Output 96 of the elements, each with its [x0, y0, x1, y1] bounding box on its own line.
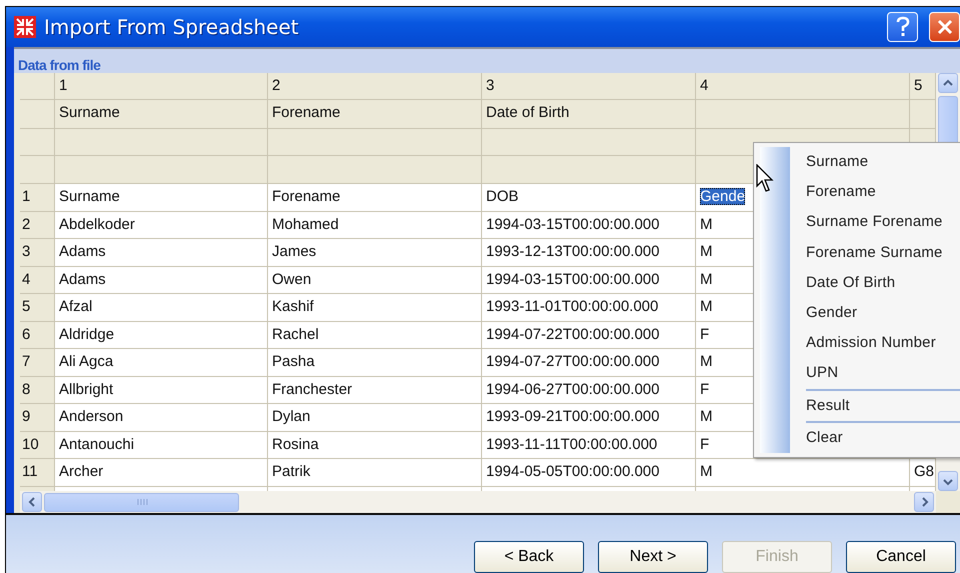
- table-cell: Kashif: [272, 298, 314, 315]
- wizard-button[interactable]: Next >: [598, 541, 708, 573]
- table-cell: Owen: [272, 270, 312, 288]
- close-icon: [936, 18, 954, 36]
- table-cell: 1994-07-27T00:00:00.000: [486, 353, 660, 370]
- row-header: 10: [20, 432, 55, 459]
- column-heading: Forename: [268, 100, 482, 129]
- grip-icon: [136, 498, 148, 506]
- row-header: 8: [20, 376, 55, 404]
- table-cell: Archer: [59, 463, 104, 480]
- table-cell: F: [700, 436, 710, 452]
- menu-item[interactable]: Admission Number: [806, 328, 960, 358]
- table-cell: Dylan: [272, 408, 310, 425]
- menu-item[interactable]: Date Of Birth: [806, 268, 960, 298]
- table-cell: 1994-06-27T00:00:00.000: [486, 380, 660, 398]
- table-cell: Surname: [59, 188, 120, 205]
- row-header: 9: [20, 404, 55, 432]
- table-cell: Gende: [700, 188, 746, 205]
- row-header: 6: [20, 322, 55, 349]
- column-number: 5: [910, 73, 936, 100]
- corner-header-cell: [20, 129, 55, 156]
- menu-item[interactable]: Forename: [806, 177, 960, 208]
- table-cell: M: [700, 463, 712, 480]
- scroll-right-button[interactable]: [914, 492, 934, 512]
- menu-item[interactable]: UPN: [806, 358, 960, 389]
- table-cell: Afzal: [59, 298, 92, 315]
- row-header: 2: [20, 212, 55, 239]
- wizard-button[interactable]: Cancel: [846, 541, 956, 573]
- column-number: 2: [268, 73, 482, 100]
- table-cell: Abdelkoder: [59, 216, 135, 232]
- help-button[interactable]: [887, 12, 918, 42]
- menu-item[interactable]: Result: [806, 390, 960, 421]
- table-cell: 1994-07-22T00:00:00.000: [486, 326, 660, 342]
- row-header: 11: [20, 459, 55, 486]
- table-cell: M: [700, 408, 712, 425]
- window-title: Import From Spreadsheet: [44, 15, 300, 39]
- close-button[interactable]: [929, 12, 960, 42]
- table-cell: Adams: [59, 270, 106, 288]
- table-cell: M: [700, 353, 712, 370]
- menu-item[interactable]: Forename Surname: [806, 238, 960, 268]
- table-cell: Rachel: [272, 326, 319, 342]
- panel-title: Data from file: [18, 57, 100, 73]
- table-cell: 1994-03-15T00:00:00.000: [486, 216, 660, 232]
- app-icon: [14, 16, 36, 38]
- table-cell: Franchester: [272, 380, 352, 398]
- table-cell: Pasha: [272, 353, 315, 370]
- table-cell: M: [700, 243, 712, 260]
- help-icon: [894, 16, 910, 38]
- menu-item[interactable]: Gender: [806, 298, 960, 328]
- cursor-icon: [756, 164, 776, 194]
- corner-header-cell: [20, 73, 55, 100]
- table-cell: Patrik: [272, 463, 310, 480]
- table-cell: M: [700, 270, 712, 288]
- table-cell: Ali Agca: [59, 353, 114, 370]
- corner-header-cell: [20, 156, 55, 184]
- table-cell: Forename: [272, 188, 340, 205]
- menu-item[interactable]: Surname Forename: [806, 207, 960, 238]
- column-number: 3: [482, 73, 696, 100]
- table-cell: M: [700, 216, 712, 232]
- table-cell: F: [700, 380, 710, 398]
- column-number: 4: [696, 73, 910, 100]
- table-cell: Rosina: [272, 436, 319, 452]
- column-heading: Date of Birth: [482, 100, 696, 129]
- column-number: 1: [55, 73, 268, 100]
- table-cell: 1993-09-21T00:00:00.000: [486, 408, 660, 425]
- menu-item[interactable]: Clear: [806, 422, 960, 453]
- table-cell: DOB: [486, 188, 519, 205]
- row-header: 1: [20, 184, 55, 212]
- row-header: 3: [20, 239, 55, 266]
- scroll-down-button[interactable]: [938, 471, 958, 491]
- menu-item[interactable]: Surname: [806, 147, 960, 178]
- row-header: 7: [20, 349, 55, 376]
- corner-header-cell: [20, 100, 55, 129]
- table-cell: 1993-11-01T00:00:00.000: [486, 298, 658, 315]
- table-cell: Mohamed: [272, 216, 339, 232]
- table-cell: James: [272, 243, 316, 260]
- row-header: 4: [20, 266, 55, 294]
- scroll-thumb[interactable]: [44, 492, 239, 512]
- table-cell: G8: [914, 463, 934, 480]
- table-cell: M: [700, 298, 712, 315]
- table-cell: Aldridge: [59, 326, 114, 342]
- column-heading: Surname: [55, 100, 268, 129]
- table-cell: 1993-12-13T00:00:00.000: [486, 243, 660, 260]
- scroll-left-button[interactable]: [22, 492, 42, 512]
- row-header: 5: [20, 294, 55, 322]
- table-cell: 1993-11-11T00:00:00.000: [486, 436, 658, 452]
- table-cell: Adams: [59, 243, 106, 260]
- table-cell: 1994-05-05T00:00:00.000: [486, 463, 660, 480]
- table-cell: Anderson: [59, 408, 124, 425]
- table-cell: 1994-03-15T00:00:00.000: [486, 270, 660, 288]
- wizard-button[interactable]: < Back: [474, 541, 584, 573]
- table-cell: Antanouchi: [59, 436, 134, 452]
- horizontal-scrollbar[interactable]: [20, 491, 936, 513]
- table-cell: F: [700, 326, 710, 342]
- scroll-up-button[interactable]: [938, 73, 958, 93]
- table-cell: Allbright: [59, 380, 114, 398]
